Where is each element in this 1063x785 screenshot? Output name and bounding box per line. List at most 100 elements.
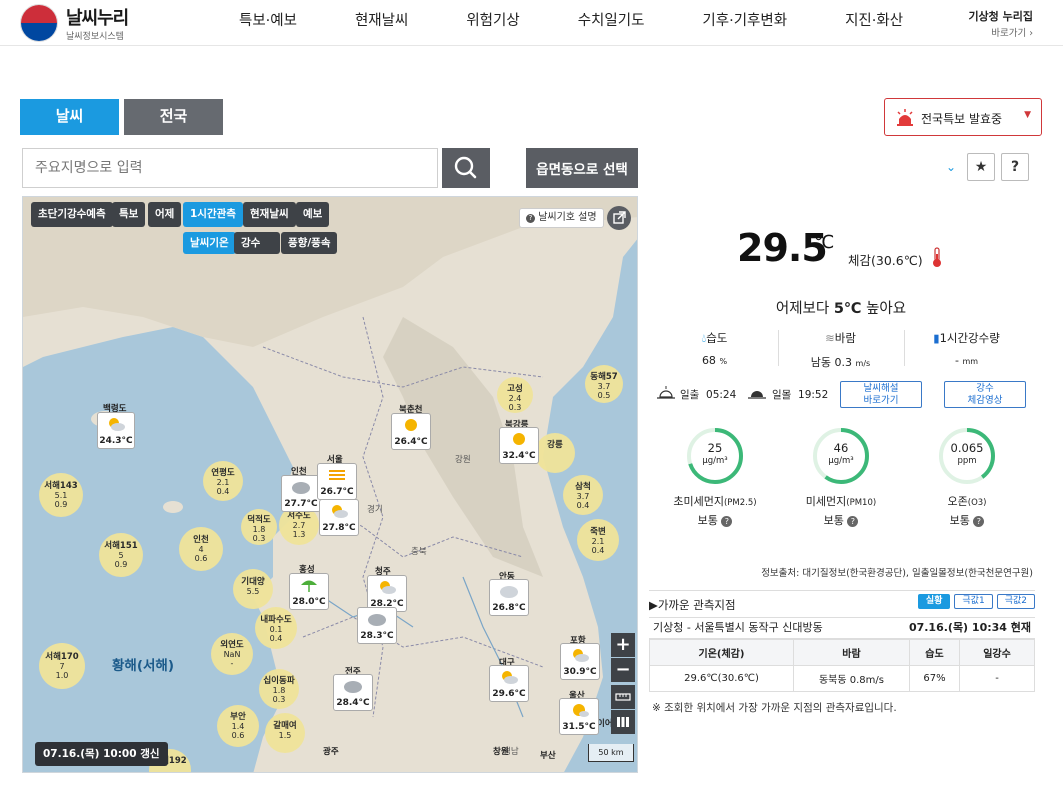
buoy-goseong[interactable]: 고성 2.4 0.3 (497, 377, 533, 413)
td-wind: 동북동 0.8m/s (793, 665, 910, 692)
tab-weather[interactable]: 날씨 (20, 99, 119, 135)
zoom-in-button[interactable]: + (611, 633, 635, 657)
chip-weather-temp[interactable]: 날씨기온 (183, 232, 236, 254)
chip-current-weather[interactable]: 현재날씨 (243, 202, 296, 227)
nav-hazard-weather[interactable]: 위험기상 (437, 0, 548, 46)
siren-icon (897, 109, 913, 126)
weather-symbol-legend-button[interactable]: ? 날씨기호 설명 (519, 208, 604, 228)
help-circle-icon: ? (526, 214, 535, 223)
cloudy-icon (292, 482, 310, 494)
region-select-button[interactable]: 읍면동으로 선택 (526, 148, 638, 188)
buoy-naepasudo[interactable]: 내파수도 0.1 0.4 (255, 607, 297, 649)
buoy-yeonpyeong[interactable]: 연평도 2.1 0.4 (203, 461, 243, 501)
chip-1hour-obs[interactable]: 1시간관측 (183, 202, 243, 227)
national-alert-dropdown[interactable]: 전국특보 발효중 ▼ (884, 98, 1042, 136)
station-pohang[interactable]: 30.9°C (560, 643, 600, 680)
station-suwon[interactable]: 27.8°C (319, 499, 359, 536)
station-bukchuncheon[interactable]: 26.4°C (391, 413, 431, 450)
td-daily-precip: - (959, 665, 1035, 692)
chip-yesterday[interactable]: 어제 (148, 202, 182, 227)
th-humidity: 습도 (909, 639, 960, 666)
weather-map[interactable]: 초단기강수예측 특보 어제 1시간관측 현재날씨 예보 날씨기온 강수 풍향/풍… (22, 196, 638, 773)
station-bukgangneung[interactable]: 32.4°C (499, 427, 539, 464)
tab-realtime[interactable]: 실황 (917, 594, 951, 609)
tab-extreme1[interactable]: 극값1 (954, 594, 993, 609)
station-baengnyeong[interactable]: 24.3°C (97, 412, 135, 449)
sunset-icon (748, 391, 766, 399)
tab-extreme2[interactable]: 극값2 (996, 594, 1035, 609)
region-label-busan: 부산 (540, 751, 556, 761)
aq-grade-pm10[interactable]: 보통 ? (786, 512, 896, 528)
thermometer-icon (933, 247, 941, 267)
buoy-oeyeondo[interactable]: 외연도 NaN - (211, 633, 253, 675)
buoy-galmaeyeo[interactable]: 갈매여 1.5 (265, 713, 305, 753)
buoy-seohae143[interactable]: 서해143 5.1 0.9 (39, 473, 83, 517)
station-jeonju[interactable]: 28.4°C (333, 674, 373, 711)
nearby-table: 기온(체감) 바람 습도 일강수 29.6℃(30.6℃) 동북동 0.8m/s… (649, 639, 1035, 692)
nearby-note: ※ 조회한 위치에서 가장 가까운 지점의 관측자료입니다. (652, 702, 897, 714)
buoy-deokjeokdo[interactable]: 덕적도 1.8 0.3 (241, 509, 277, 545)
buoy-seohae170[interactable]: 서해170 7 1.0 (39, 643, 85, 689)
chip-nowcast[interactable]: 초단기강수예측 (31, 202, 113, 227)
chip-warning[interactable]: 특보 (112, 202, 146, 227)
station-incheon[interactable]: 27.7°C (281, 475, 321, 512)
info-icon: ? (847, 515, 859, 527)
partly-cloudy-icon (332, 505, 348, 518)
external-link-button[interactable] (607, 206, 631, 230)
search-button[interactable] (442, 148, 490, 188)
help-button[interactable]: ? (1001, 153, 1029, 181)
chip-wind[interactable]: 풍향/풍속 (281, 232, 338, 254)
buoy-gidaeyang[interactable]: 기대양 5.5 (233, 569, 273, 609)
tab-national[interactable]: 전국 (124, 99, 223, 135)
buoy-sipidongpa[interactable]: 십이동파 1.8 0.3 (259, 669, 299, 709)
chip-forecast[interactable]: 예보 (296, 202, 330, 227)
station-daejeon[interactable]: 28.3°C (357, 607, 397, 644)
nav-earthquake-volcano[interactable]: 지진·화산 (816, 0, 932, 46)
weather-commentary-button[interactable]: 날씨해설 바로가기 (840, 381, 922, 408)
cloudy-icon (368, 614, 386, 626)
search-input[interactable] (22, 148, 438, 188)
aq-name-ozone: 오존(O3) (947, 495, 987, 508)
aq-grade-pm25[interactable]: 보통 ? (660, 512, 770, 528)
buoy-buan[interactable]: 부안 1.4 0.6 (217, 705, 259, 747)
cloudy-icon (500, 586, 518, 598)
kma-homepage-link[interactable]: 기상청 누리집 바로가기 › (968, 8, 1033, 39)
buoy-incheon[interactable]: 인천 4 0.6 (179, 527, 223, 571)
logo-subtitle: 날씨정보시스템 (66, 32, 124, 42)
yesterday-comparison: 어제보다 5℃ 높아요 (775, 301, 907, 317)
layer-button[interactable] (611, 710, 635, 734)
info-icon: ? (973, 515, 985, 527)
nav-warning-forecast[interactable]: 특보·예보 (210, 0, 326, 46)
region-label-gwangju: 광주 (323, 747, 339, 757)
nav-current-weather[interactable]: 현재날씨 (326, 0, 437, 46)
station-ulsan[interactable]: 31.5°C (559, 698, 599, 735)
buoy-seohae151[interactable]: 서해151 5 0.9 (99, 533, 143, 577)
favorite-button[interactable]: ★ (967, 153, 995, 181)
site-logo[interactable]: 날씨누리 날씨정보시스템 (20, 4, 129, 42)
chip-precip[interactable]: 강수 (234, 232, 281, 254)
buoy-samcheok[interactable]: 삼척 3.7 0.4 (563, 475, 603, 515)
chevron-down-icon[interactable]: ⌄ (946, 160, 956, 174)
station-daegu[interactable]: 29.6°C (489, 665, 529, 702)
buoy-jukbyeon[interactable]: 죽변 2.1 0.4 (577, 519, 619, 561)
station-seoul[interactable]: 26.7°C (317, 463, 357, 500)
nearby-title: ▶가까운 관측지점 (649, 598, 736, 612)
station-andong[interactable]: 26.8°C (489, 579, 529, 616)
ruler-icon (615, 693, 631, 701)
buoy-gangneung[interactable]: 강릉 (535, 433, 575, 473)
buoy-donghae57[interactable]: 동해57 3.7 0.5 (585, 365, 623, 403)
nav-weather-chart[interactable]: 수치일기도 (549, 0, 674, 46)
ruler-button[interactable] (611, 685, 635, 709)
kma-link-title: 기상청 누리집 (968, 10, 1033, 23)
region-label-changwon: 창원 (493, 747, 509, 757)
aq-grade-ozone[interactable]: 보통 ? (912, 512, 1022, 528)
rain-video-button[interactable]: 강수 체감영상 (944, 381, 1026, 408)
sunrise-time: 일출 05:24 (680, 389, 737, 401)
nav-climate[interactable]: 기후·기후변화 (673, 0, 816, 46)
dropdown-arrow-icon: ▼ (1024, 110, 1031, 120)
wind-stat: ≋바람 남동 0.3 m/s (810, 331, 871, 369)
zoom-out-button[interactable]: − (611, 658, 635, 682)
partly-cloudy-icon (109, 418, 125, 431)
partly-cloudy-icon (380, 581, 396, 594)
station-hongseong[interactable]: 28.0°C (289, 573, 329, 610)
